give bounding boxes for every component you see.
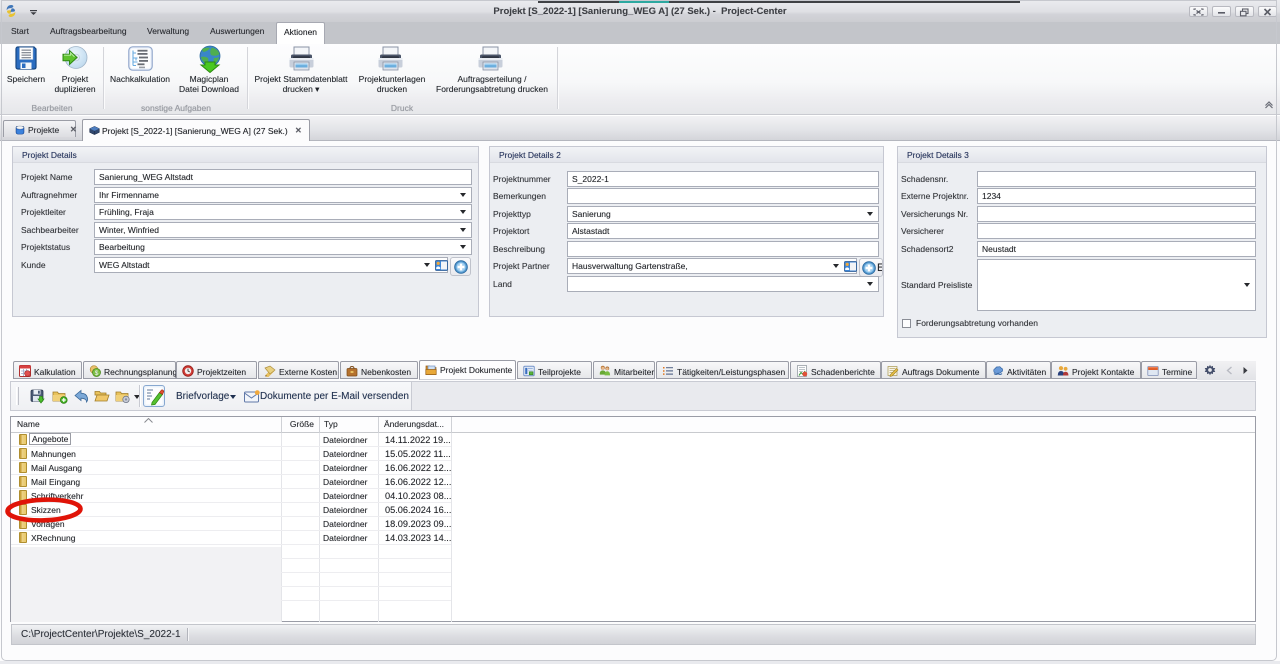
svg-text:$: $ [95,370,99,377]
